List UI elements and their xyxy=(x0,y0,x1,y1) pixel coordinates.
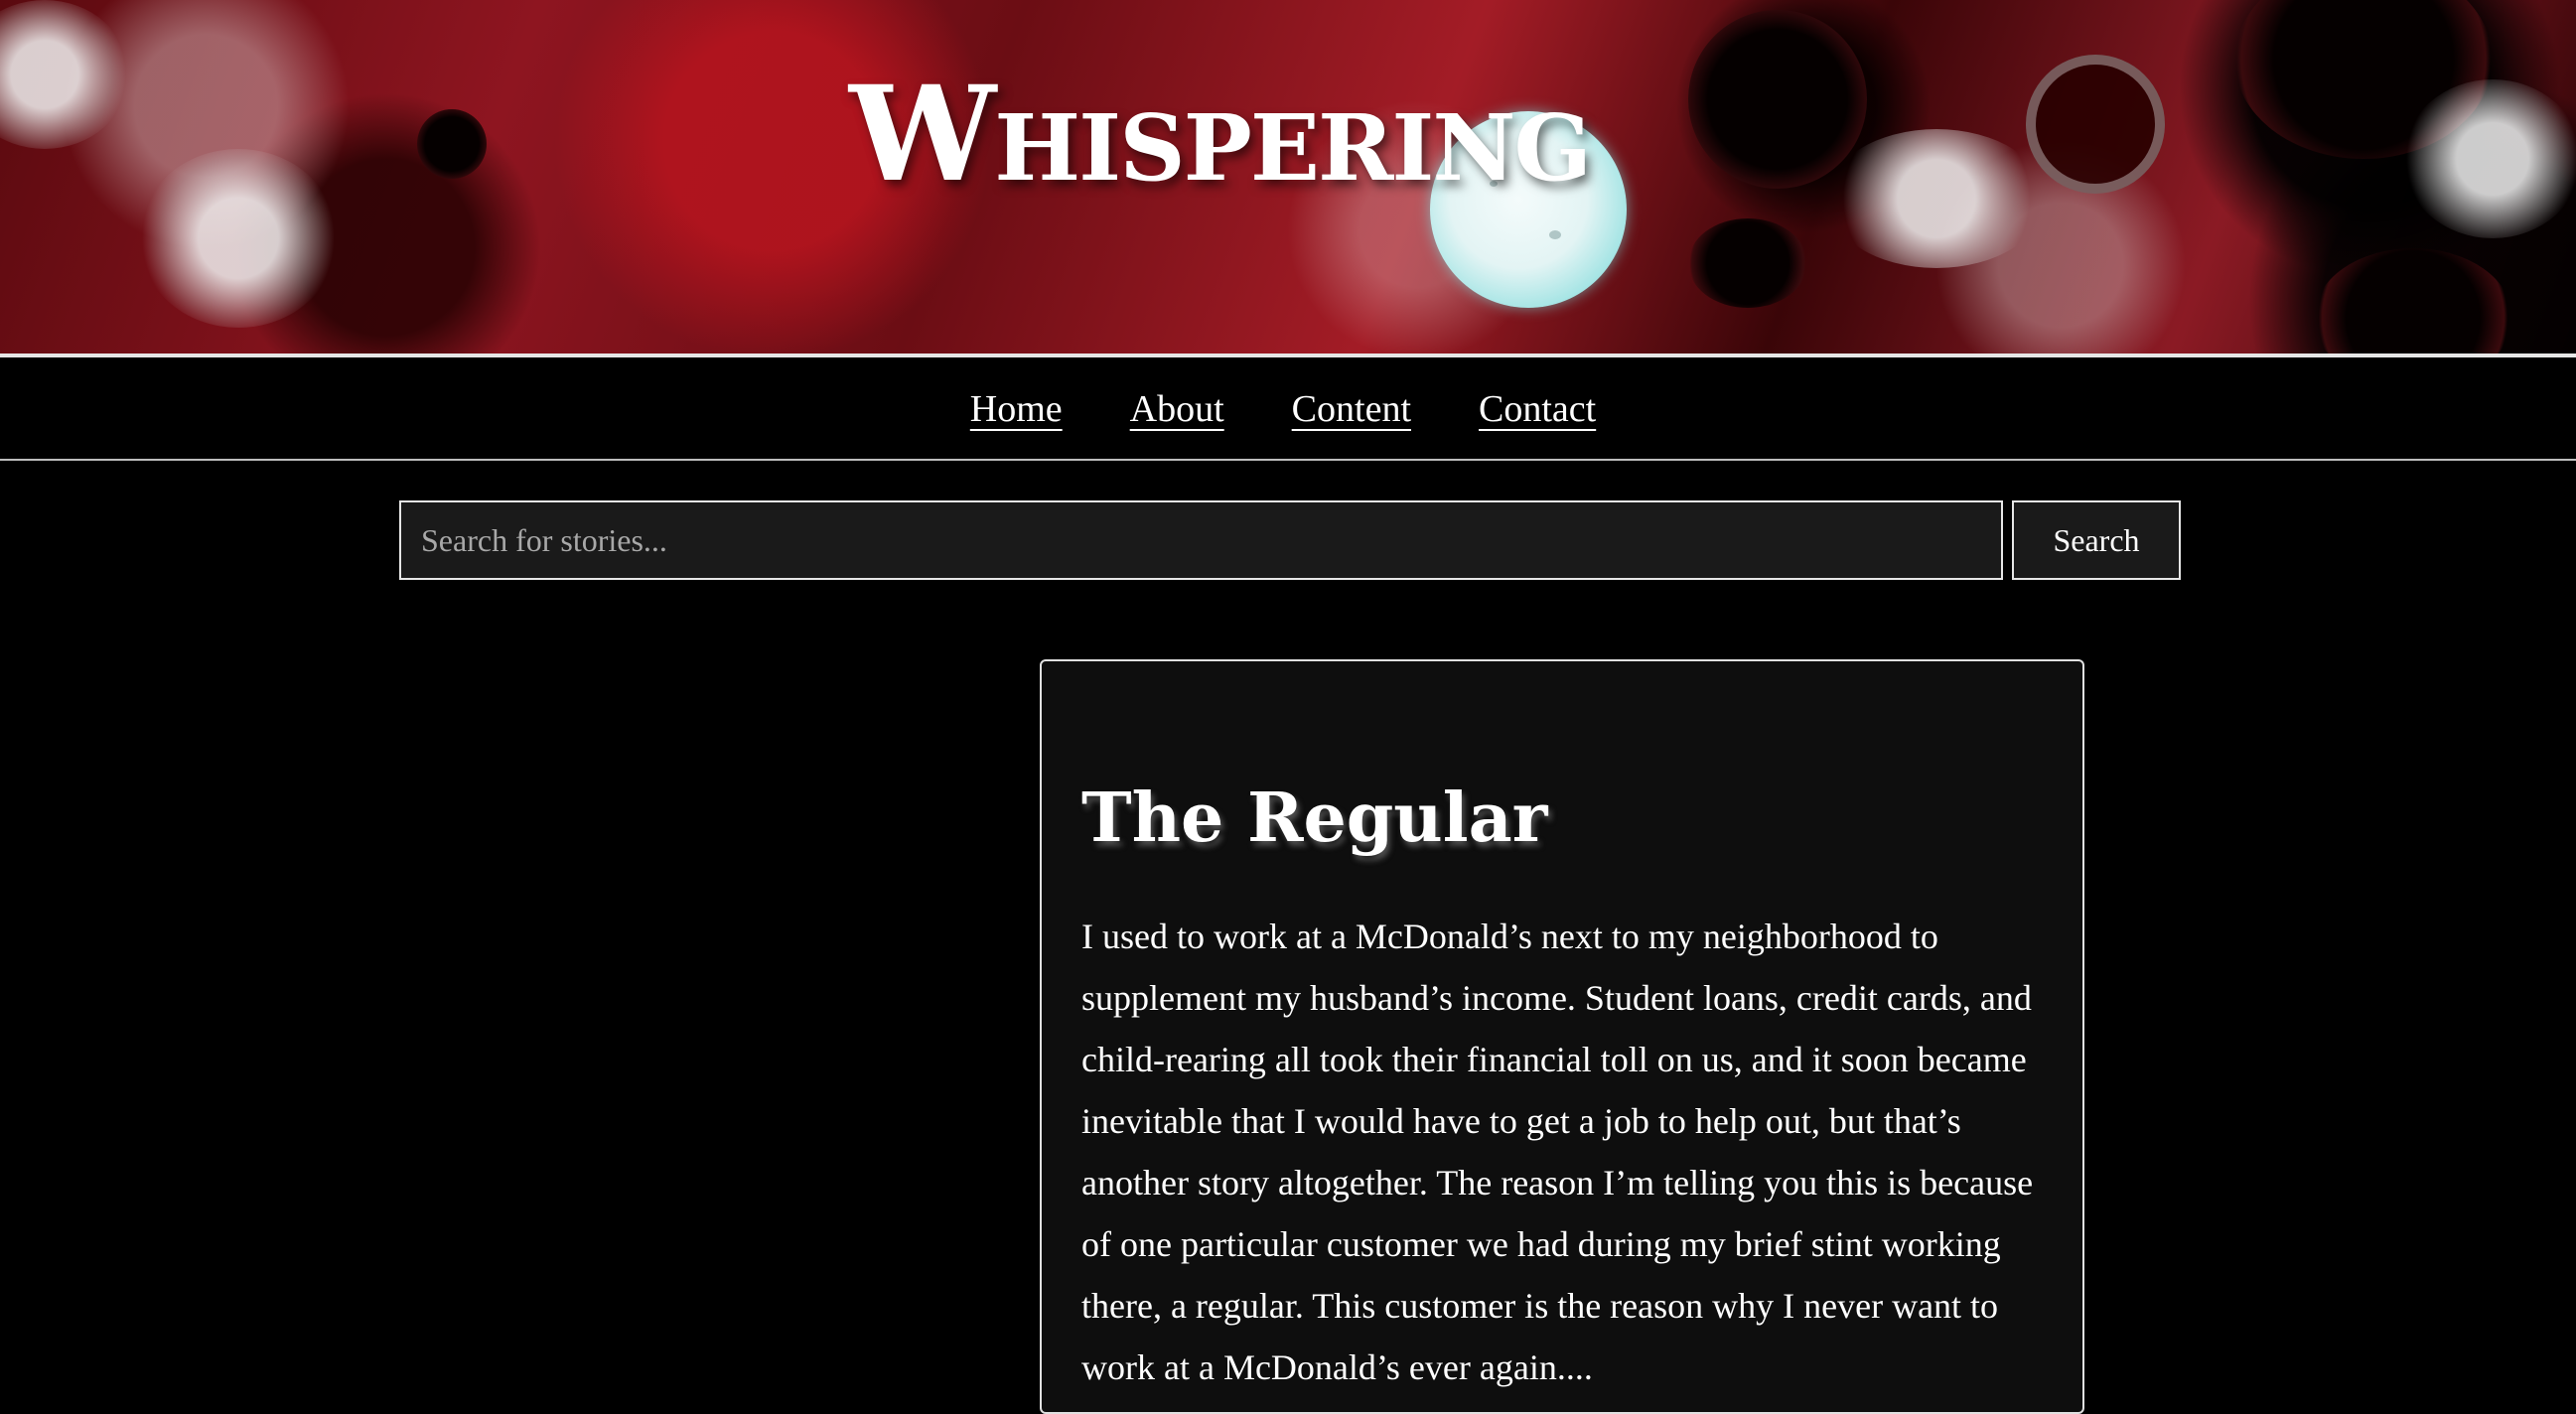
banner-texture-blob xyxy=(2026,55,2165,194)
banner-texture-blob xyxy=(417,109,487,179)
search-form: Search xyxy=(399,500,2181,580)
nav-contact-link[interactable]: Contact xyxy=(1479,387,1596,431)
logo-text: Whispering xyxy=(849,58,1592,212)
nav-content-link[interactable]: Content xyxy=(1292,387,1411,431)
banner-texture-blob xyxy=(0,0,129,149)
nav-links: Home About Content Contact xyxy=(0,387,2576,431)
header-banner: Whispering xyxy=(0,0,2576,354)
nav-home-link[interactable]: Home xyxy=(970,387,1063,431)
story-card[interactable]: The Regular I used to work at a McDonald… xyxy=(1040,659,2084,1414)
site-logo[interactable]: Whispering xyxy=(849,70,1743,248)
banner-texture-blob xyxy=(2403,79,2576,238)
search-button[interactable]: Search xyxy=(2012,500,2181,580)
story-title[interactable]: The Regular xyxy=(1081,778,1547,858)
banner-texture-blob xyxy=(2314,248,2512,354)
search-input[interactable] xyxy=(399,500,2003,580)
main-navigation: Home About Content Contact xyxy=(0,354,2576,461)
banner-texture-blob xyxy=(1827,129,2046,268)
nav-about-link[interactable]: About xyxy=(1130,387,1224,431)
banner-texture-blob xyxy=(139,149,338,328)
story-excerpt: I used to work at a McDonald’s next to m… xyxy=(1081,917,2034,1387)
